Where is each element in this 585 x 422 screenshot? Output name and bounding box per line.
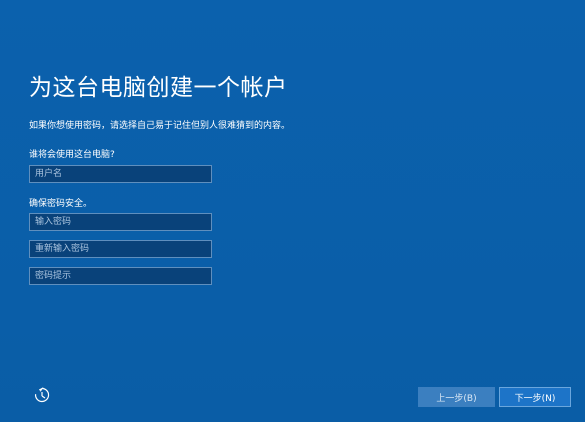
secure-password-label: 确保密码安全。 [29, 199, 93, 209]
password-hint-field[interactable] [29, 267, 212, 285]
who-label: 谁将会使用这台电脑? [29, 150, 115, 160]
reenter-password-field[interactable] [29, 240, 212, 258]
password-field[interactable] [29, 213, 212, 231]
ease-of-access-icon[interactable] [33, 386, 51, 404]
page-subtitle: 如果你想使用密码，请选择自己易于记住但别人很难猜到的内容。 [29, 121, 291, 131]
next-button[interactable]: 下一步(N) [499, 387, 571, 407]
setup-screen: 为这台电脑创建一个帐户 如果你想使用密码，请选择自己易于记住但别人很难猜到的内容… [0, 0, 585, 422]
page-title: 为这台电脑创建一个帐户 [29, 75, 288, 101]
username-field[interactable] [29, 165, 212, 183]
back-button[interactable]: 上一步(B) [418, 387, 495, 407]
